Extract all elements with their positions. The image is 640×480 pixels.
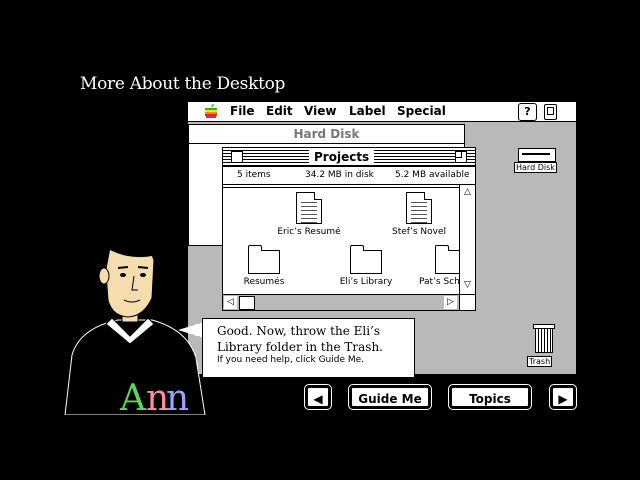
projects-title-bar[interactable]: Projects (223, 148, 475, 167)
topics-button[interactable]: Topics (448, 384, 532, 410)
projects-window-title: Projects (309, 149, 375, 165)
folder-icon (248, 245, 280, 274)
window-info-bar: 5 items 34.2 MB in disk 5.2 MB available (223, 167, 475, 185)
file-label: Eric’s Resumé (277, 227, 341, 237)
apple-menu-icon[interactable] (204, 104, 218, 119)
horizontal-scrollbar[interactable]: ◁ ▷ (223, 294, 459, 310)
menu-special[interactable]: Special (397, 104, 446, 118)
speech-bubble-tail (178, 322, 204, 338)
trash-icon[interactable] (533, 324, 555, 353)
application-menu-icon[interactable] (544, 104, 557, 120)
menu-edit[interactable]: Edit (266, 104, 293, 118)
speech-bubble: Good. Now, throw the Eli’s Library folde… (202, 318, 415, 378)
document-icon (406, 192, 432, 224)
instruction-text: Good. Now, throw the Eli’s Library folde… (217, 324, 383, 354)
folder-label: Eli’s Library (339, 277, 393, 287)
scroll-left-arrow-icon[interactable]: ◁ (224, 296, 237, 309)
help-hint-text: If you need help, click Guide Me. (217, 355, 365, 365)
menu-label[interactable]: Label (349, 104, 386, 118)
menu-bar: File Edit View Label Special ? (188, 102, 576, 122)
folder-item-elis-library[interactable]: Eli’s Library (321, 244, 411, 287)
menu-file[interactable]: File (230, 104, 255, 118)
trash-label[interactable]: Trash (527, 356, 553, 367)
guide-me-button[interactable]: Guide Me (348, 384, 432, 410)
file-item-stefs-novel[interactable]: Stef’s Novel (374, 192, 459, 237)
grow-box-icon[interactable] (459, 294, 475, 310)
file-item-erics-resume[interactable]: Eric’s Resumé (264, 192, 354, 237)
disk-usage: 34.2 MB in disk (305, 170, 374, 180)
zoom-box-icon[interactable] (455, 151, 467, 163)
folder-item-pats-school[interactable]: Pat’s Sch (405, 244, 459, 287)
folder-item-resumes[interactable]: Resumés (223, 244, 309, 287)
document-icon (296, 192, 322, 224)
scroll-down-arrow-icon[interactable]: ▽ (461, 279, 474, 292)
items-count: 5 items (237, 170, 271, 180)
guide-character-illustration: A n n (64, 225, 206, 415)
folder-label: Pat’s Sch (419, 277, 459, 287)
projects-window[interactable]: Projects 5 items 34.2 MB in disk 5.2 MB … (222, 147, 476, 311)
hard-disk-window-title[interactable]: Hard Disk (189, 125, 464, 144)
scroll-up-arrow-icon[interactable]: △ (461, 186, 474, 199)
menu-view[interactable]: View (304, 104, 336, 118)
hard-disk-label[interactable]: Hard Disk (514, 162, 557, 173)
help-menu-icon[interactable]: ? (518, 103, 537, 121)
scroll-thumb[interactable] (239, 296, 255, 310)
back-arrow-button[interactable]: ◀ (304, 384, 332, 410)
page-title: More About the Desktop (80, 74, 286, 94)
folder-label: Resumés (243, 277, 285, 287)
shirt-letter-n2: n (166, 378, 189, 415)
shirt-letter-a: A (119, 378, 147, 415)
hard-disk-icon[interactable] (518, 148, 556, 162)
scroll-right-arrow-icon[interactable]: ▷ (444, 296, 457, 309)
forward-arrow-button[interactable]: ▶ (549, 384, 577, 410)
close-box-icon[interactable] (231, 151, 243, 163)
window-content: Eric’s Resumé Stef’s Novel Resumés Eli’s… (223, 188, 459, 294)
folder-icon (350, 245, 382, 274)
folder-icon (435, 245, 459, 274)
vertical-scrollbar[interactable]: △ ▽ (459, 185, 475, 294)
disk-available: 5.2 MB available (395, 170, 470, 180)
file-label: Stef’s Novel (392, 227, 446, 237)
